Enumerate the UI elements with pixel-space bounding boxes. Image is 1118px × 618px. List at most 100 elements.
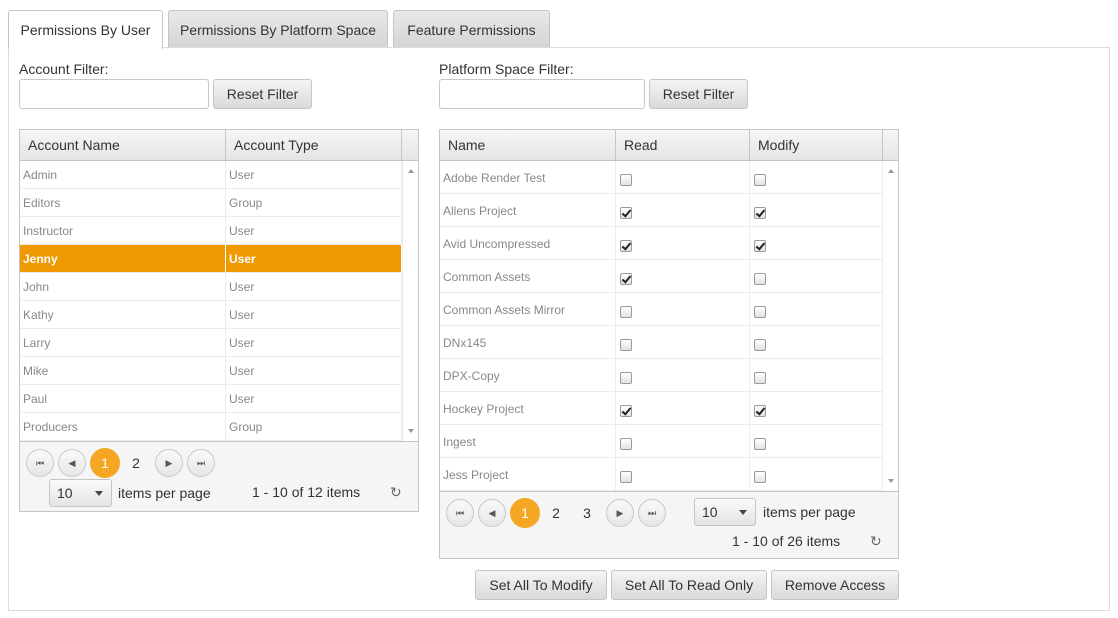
read-checkbox[interactable]: [620, 339, 632, 351]
account-type-cell: User: [226, 245, 402, 272]
space-name-cell: Adobe Render Test: [440, 161, 616, 193]
read-checkbox[interactable]: [620, 372, 632, 384]
account-row[interactable]: Larry User: [20, 329, 402, 357]
modify-cell: [750, 293, 882, 325]
modify-cell: [750, 161, 882, 193]
items-per-page-label: items per page: [763, 504, 856, 520]
modify-cell: [750, 359, 882, 391]
account-type-cell: User: [226, 357, 402, 384]
account-row[interactable]: Producers Group: [20, 413, 402, 441]
next-page-icon[interactable]: ▶: [155, 449, 183, 477]
read-cell: [616, 194, 750, 226]
space-filter-input[interactable]: [439, 79, 645, 109]
account-row[interactable]: Paul User: [20, 385, 402, 413]
scroll-down-icon[interactable]: [407, 429, 414, 433]
chevron-down-icon: [739, 510, 747, 515]
prev-page-icon[interactable]: ◀: [478, 499, 506, 527]
remove-access-button[interactable]: Remove Access: [771, 570, 899, 600]
modify-checkbox[interactable]: [754, 372, 766, 384]
account-name-cell: Editors: [20, 189, 226, 216]
column-header-account-type[interactable]: Account Type: [226, 130, 402, 161]
modify-checkbox[interactable]: [754, 471, 766, 483]
spaces-page-size-select[interactable]: 10: [694, 498, 756, 526]
prev-page-icon[interactable]: ◀: [58, 449, 86, 477]
space-name-cell: Ingest: [440, 425, 616, 457]
page-1-button[interactable]: 1: [510, 498, 540, 528]
page-3-button[interactable]: 3: [572, 498, 602, 528]
space-name-cell: DNx145: [440, 326, 616, 358]
read-checkbox[interactable]: [620, 438, 632, 450]
account-row[interactable]: Kathy User: [20, 301, 402, 329]
tab-permissions-by-user[interactable]: Permissions By User: [8, 10, 163, 49]
space-row: Adobe Render Test: [440, 161, 882, 194]
page-1-button[interactable]: 1: [90, 448, 120, 478]
next-page-icon[interactable]: ▶: [606, 499, 634, 527]
space-filter-label: Platform Space Filter:: [439, 61, 574, 77]
read-checkbox[interactable]: [620, 207, 632, 219]
column-header-read[interactable]: Read: [616, 130, 750, 161]
account-name-cell: Larry: [20, 329, 226, 356]
column-header-name[interactable]: Name: [440, 130, 616, 161]
read-cell: [616, 458, 750, 490]
account-name-cell: Producers: [20, 413, 226, 440]
account-reset-filter-button[interactable]: Reset Filter: [213, 79, 312, 109]
accounts-scrollbar[interactable]: [402, 161, 418, 441]
account-name-cell: Jenny: [20, 245, 226, 272]
first-page-icon[interactable]: ⏮: [26, 449, 54, 477]
modify-checkbox[interactable]: [754, 405, 766, 417]
read-checkbox[interactable]: [620, 240, 632, 252]
set-all-to-read-only-button[interactable]: Set All To Read Only: [611, 570, 767, 600]
scroll-down-icon[interactable]: [887, 479, 894, 483]
accounts-page-size-select[interactable]: 10: [49, 479, 112, 507]
accounts-grid-header: Account Name Account Type: [20, 130, 418, 161]
account-filter-label: Account Filter:: [19, 61, 109, 77]
modify-checkbox[interactable]: [754, 174, 766, 186]
read-checkbox[interactable]: [620, 306, 632, 318]
read-checkbox[interactable]: [620, 174, 632, 186]
modify-checkbox[interactable]: [754, 339, 766, 351]
column-header-modify[interactable]: Modify: [750, 130, 883, 161]
tab-permissions-by-platform-space[interactable]: Permissions By Platform Space: [168, 10, 388, 48]
last-page-icon[interactable]: ⏭: [187, 449, 215, 477]
modify-cell: [750, 227, 882, 259]
spaces-grid-header: Name Read Modify: [440, 130, 898, 161]
account-name-cell: Mike: [20, 357, 226, 384]
account-row[interactable]: Instructor User: [20, 217, 402, 245]
space-row: Common Assets Mirror: [440, 293, 882, 326]
first-page-icon[interactable]: ⏮: [446, 499, 474, 527]
account-type-cell: User: [226, 301, 402, 328]
modify-checkbox[interactable]: [754, 438, 766, 450]
account-row[interactable]: Jenny User: [20, 245, 402, 273]
modify-checkbox[interactable]: [754, 306, 766, 318]
account-row[interactable]: John User: [20, 273, 402, 301]
account-name-cell: Admin: [20, 161, 226, 188]
read-checkbox[interactable]: [620, 471, 632, 483]
account-type-cell: User: [226, 385, 402, 412]
account-row[interactable]: Admin User: [20, 161, 402, 189]
modify-checkbox[interactable]: [754, 207, 766, 219]
spaces-scrollbar[interactable]: [882, 161, 898, 491]
space-row: DPX-Copy: [440, 359, 882, 392]
account-row[interactable]: Mike User: [20, 357, 402, 385]
account-row[interactable]: Editors Group: [20, 189, 402, 217]
refresh-icon[interactable]: ↻: [870, 533, 882, 550]
page-2-button[interactable]: 2: [541, 498, 571, 528]
modify-cell: [750, 425, 882, 457]
modify-checkbox[interactable]: [754, 273, 766, 285]
last-page-icon[interactable]: ⏭: [638, 499, 666, 527]
space-name-cell: Allens Project: [440, 194, 616, 226]
space-row: DNx145: [440, 326, 882, 359]
modify-checkbox[interactable]: [754, 240, 766, 252]
spaces-grid: Name Read Modify Adobe Render Test Allens…: [439, 129, 899, 559]
set-all-to-modify-button[interactable]: Set All To Modify: [475, 570, 607, 600]
read-checkbox[interactable]: [620, 273, 632, 285]
column-header-account-name[interactable]: Account Name: [20, 130, 226, 161]
scroll-up-icon[interactable]: [407, 169, 414, 173]
page-2-button[interactable]: 2: [121, 448, 151, 478]
tab-feature-permissions[interactable]: Feature Permissions: [393, 10, 550, 48]
scroll-up-icon[interactable]: [887, 169, 894, 173]
refresh-icon[interactable]: ↻: [390, 484, 402, 501]
account-filter-input[interactable]: [19, 79, 209, 109]
space-reset-filter-button[interactable]: Reset Filter: [649, 79, 748, 109]
read-checkbox[interactable]: [620, 405, 632, 417]
